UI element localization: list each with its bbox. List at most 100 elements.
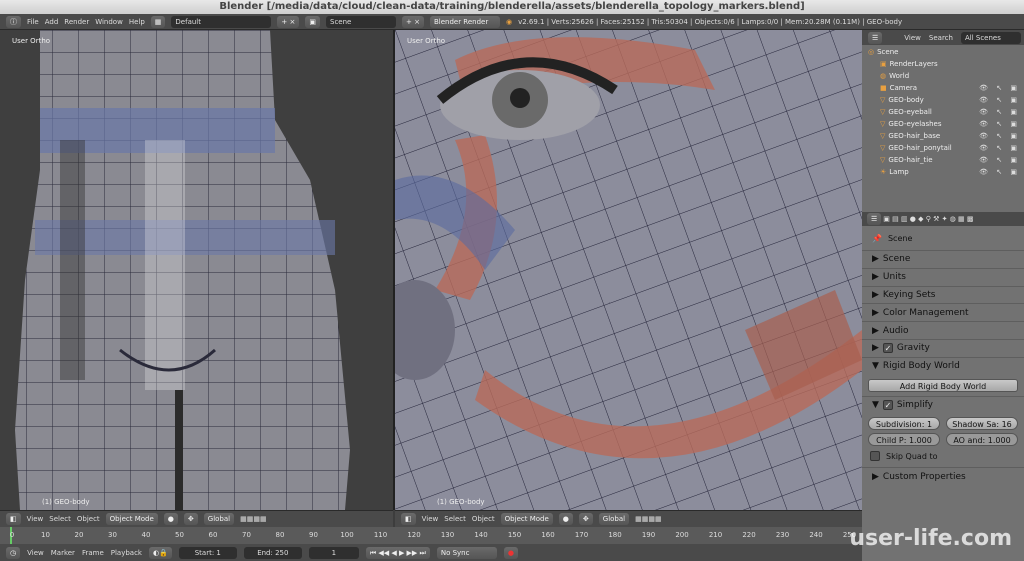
panel-label: Units <box>882 272 906 283</box>
menu-object[interactable]: Object <box>77 515 100 523</box>
visibility-icons[interactable]: 👁 ↖ ▣ <box>979 96 1020 104</box>
menu-window[interactable]: Window <box>95 18 123 26</box>
child-particles-field[interactable]: Child P: 1.000 <box>868 433 940 447</box>
playback-controls[interactable]: ⏮ ◀◀ ◀ ▶ ▶▶ ⏭ <box>365 546 430 559</box>
render-engine-select[interactable]: Blender Render <box>429 15 500 28</box>
menu-select[interactable]: Select <box>49 515 71 523</box>
timeline-tick: 220 <box>742 531 756 539</box>
panel-keying-sets[interactable]: ▶ Keying Sets <box>862 285 1024 304</box>
outliner-item[interactable]: ▽ GEO-hair_ponytail 👁 ↖ ▣ <box>862 142 1024 154</box>
preview-range-icon[interactable]: ◐🔒 <box>148 546 172 559</box>
editor-type-icon[interactable]: ☰ <box>868 31 883 44</box>
panel-scene[interactable]: ▶ Scene <box>862 250 1024 268</box>
menu-search[interactable]: Search <box>929 34 953 42</box>
editor-type-icon[interactable]: ◷ <box>6 546 21 559</box>
scene-context-label: Scene <box>887 233 913 243</box>
add-close-layout[interactable]: + × <box>277 15 300 28</box>
menu-file[interactable]: File <box>27 18 39 26</box>
editor-type-icon[interactable]: ◧ <box>6 513 21 525</box>
outliner-item[interactable]: ▽ GEO-body 👁 ↖ ▣ <box>862 94 1024 106</box>
sync-select[interactable]: No Sync <box>436 546 497 559</box>
menu-view[interactable]: View <box>904 34 921 42</box>
panel-gravity[interactable]: ▶ ✓ Gravity <box>862 338 1024 357</box>
mode-select[interactable]: Object Mode <box>500 513 553 525</box>
shadow-samples-field[interactable]: Shadow Sa: 16 <box>946 417 1018 431</box>
gravity-checkbox[interactable]: ✓ <box>882 343 893 354</box>
info-editor-icon[interactable]: ⓘ <box>6 15 21 28</box>
pin-icon[interactable]: 📌 <box>872 234 882 243</box>
layout-icon[interactable]: ▦ <box>150 15 166 28</box>
visibility-icons[interactable]: 👁 ↖ ▣ <box>979 108 1020 116</box>
editor-type-icon[interactable]: ☰ <box>867 213 882 225</box>
menu-view[interactable]: View <box>422 515 439 523</box>
menu-object[interactable]: Object <box>472 515 495 523</box>
outliner-item[interactable]: ▣ RenderLayers <box>862 58 1024 70</box>
visibility-icons[interactable]: 👁 ↖ ▣ <box>979 168 1020 176</box>
panel-simplify[interactable]: ▼ ✓ Simplify <box>862 395 1024 414</box>
panel-color-management[interactable]: ▶ Color Management <box>862 303 1024 321</box>
shading-select[interactable]: ● <box>163 513 178 525</box>
subdivision-field[interactable]: Subdivision: 1 <box>868 417 940 431</box>
scene-select[interactable]: Scene <box>326 15 396 28</box>
outliner-item[interactable]: ◎ Scene <box>862 46 1024 58</box>
outliner-item[interactable]: ▽ GEO-hair_base 👁 ↖ ▣ <box>862 130 1024 142</box>
mode-select[interactable]: Object Mode <box>105 513 158 525</box>
menu-view[interactable]: View <box>27 549 44 557</box>
visibility-icons[interactable]: 👁 ↖ ▣ <box>979 144 1020 152</box>
start-frame-field[interactable]: Start: 1 <box>178 546 237 559</box>
outliner-item[interactable]: ▽ GEO-hair_tie 👁 ↖ ▣ <box>862 154 1024 166</box>
menu-render[interactable]: Render <box>64 18 89 26</box>
add-rigid-body-world-button[interactable]: Add Rigid Body World <box>868 378 1018 392</box>
layers-grid[interactable]: ▦▦▦▦ <box>635 515 661 523</box>
display-mode-select[interactable]: All Scenes <box>960 31 1021 44</box>
menu-view[interactable]: View <box>27 515 44 523</box>
simplify-checkbox[interactable]: ✓ <box>882 399 893 410</box>
context-tab-icons[interactable]: ▣ ▤ ▥ ● ◆ ⚲ ⚒ ✦ ◍ ▦ ▩ <box>883 215 973 223</box>
panel-audio[interactable]: ▶ Audio <box>862 321 1024 339</box>
visibility-icons[interactable]: 👁 ↖ ▣ <box>979 132 1020 140</box>
timeline-tick: 140 <box>474 531 488 539</box>
viewport-left[interactable]: User Ortho (1) GEO-body <box>0 30 393 510</box>
manipulator-icon[interactable]: ✥ <box>578 513 593 525</box>
end-frame-field[interactable]: End: 250 <box>243 546 302 559</box>
orientation-select[interactable]: Global <box>203 513 235 525</box>
manipulator-icon[interactable]: ✥ <box>183 513 198 525</box>
panel-rigid-body-world[interactable]: ▼ Rigid Body World <box>862 356 1024 375</box>
viewport-left-header: ◧ View Select Object Object Mode ● ✥ Glo… <box>0 510 393 527</box>
outliner-item[interactable]: ▽ GEO-eyeball 👁 ↖ ▣ <box>862 106 1024 118</box>
scene-icon[interactable]: ▣ <box>305 15 320 28</box>
menu-help[interactable]: Help <box>129 18 145 26</box>
menu-add[interactable]: Add <box>45 18 59 26</box>
timeline-ruler[interactable]: 0 10 20 30 40 50 60 70 80 90 100 110 120 130 140 150 160… <box>0 527 862 544</box>
outliner-item[interactable]: ☀ Lamp 👁 ↖ ▣ <box>862 166 1024 178</box>
editor-type-icon[interactable]: ◧ <box>401 513 416 525</box>
ao-sss-field[interactable]: AO and: 1.000 <box>946 433 1018 447</box>
record-icon[interactable]: ● <box>503 546 518 559</box>
outliner-item[interactable]: ◍ World <box>862 70 1024 82</box>
object-type-icon: ☀ <box>880 168 887 176</box>
timeline-tick: 70 <box>242 531 251 539</box>
panel-units[interactable]: ▶ Units <box>862 267 1024 286</box>
outliner-item-label: GEO-hair_tie <box>888 156 933 164</box>
shading-select[interactable]: ● <box>558 513 573 525</box>
visibility-icons[interactable]: 👁 ↖ ▣ <box>979 84 1020 92</box>
menu-playback[interactable]: Playback <box>111 549 142 557</box>
outliner-item[interactable]: ■ Camera 👁 ↖ ▣ <box>862 82 1024 94</box>
panel-label: Color Management <box>882 307 969 318</box>
current-frame-field[interactable]: 1 <box>308 546 359 559</box>
outliner-item[interactable]: ▽ GEO-eyelashes 👁 ↖ ▣ <box>862 118 1024 130</box>
skip-quad-checkbox[interactable] <box>870 451 880 462</box>
layers-grid[interactable]: ▦▦▦▦ <box>240 515 266 523</box>
viewport-right[interactable]: User Ortho (1) GEO-body <box>395 30 862 510</box>
visibility-icons[interactable]: 👁 ↖ ▣ <box>979 120 1020 128</box>
orientation-select[interactable]: Global <box>598 513 630 525</box>
menu-select[interactable]: Select <box>444 515 466 523</box>
panel-custom-properties[interactable]: ▶ Custom Properties <box>862 467 1024 485</box>
visibility-icons[interactable]: 👁 ↖ ▣ <box>979 156 1020 164</box>
timeline-tick: 40 <box>141 531 151 539</box>
add-close-scene[interactable]: + × <box>402 15 424 28</box>
timeline-tick: 200 <box>675 531 689 539</box>
menu-frame[interactable]: Frame <box>82 549 104 557</box>
layout-select[interactable]: Default <box>171 15 272 28</box>
menu-marker[interactable]: Marker <box>51 549 75 557</box>
